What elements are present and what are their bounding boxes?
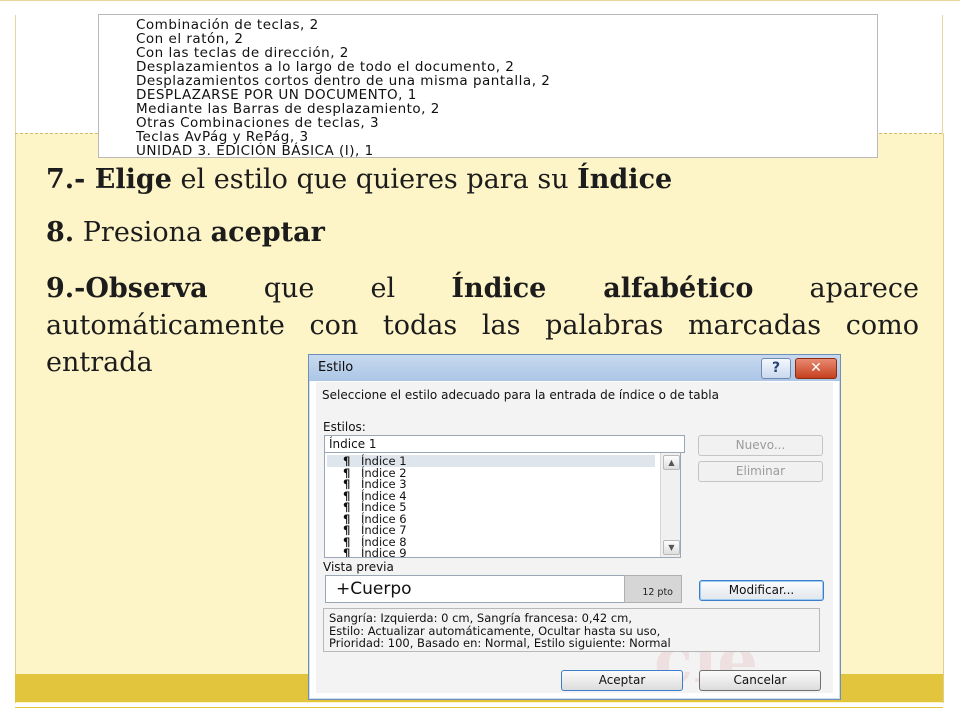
- toc-screenshot: Combinación de teclas, 2 Con el ratón, 2…: [98, 14, 878, 158]
- preview-box: +Cuerpo: [325, 575, 633, 603]
- scroll-down-icon[interactable]: ▼: [663, 540, 680, 555]
- step-8-bold: aceptar: [210, 217, 325, 248]
- step-7: 7.- Elige el estilo que quieres para su …: [46, 164, 672, 195]
- styles-scrollbar[interactable]: ▲ ▼: [660, 453, 680, 557]
- new-style-button[interactable]: Nuevo...: [698, 435, 823, 456]
- styles-listbox[interactable]: ¶ Índice 1 ¶ Índice 2 ¶ Índice 3 ¶ Índice 4 …: [324, 452, 681, 558]
- ok-button[interactable]: Aceptar: [561, 670, 683, 691]
- step-7-bold: 7.- Elige: [46, 164, 172, 195]
- step-8-text: Presiona: [74, 217, 211, 248]
- style-list-item[interactable]: ¶ Índice 9: [327, 546, 655, 558]
- styles-label: Estilos:: [323, 420, 366, 434]
- style-name-field[interactable]: Índice 1: [324, 435, 685, 453]
- style-info-line: Prioridad: 100, Basado en: Normal, Estil…: [329, 636, 671, 650]
- dialog-description: Seleccione el estilo adecuado para la en…: [322, 388, 719, 402]
- frame-top-line: [0, 0, 960, 1]
- frame-right-rule: [942, 15, 943, 133]
- step-8: 8. Presiona aceptar: [46, 217, 325, 248]
- step-8-num: 8.: [46, 217, 75, 248]
- toc-line: UNIDAD 3. EDICIÓN BÁSICA (I), 1: [136, 143, 374, 158]
- estilo-dialog: Estilo ? ✕ cie Seleccione el estilo adec…: [308, 354, 841, 700]
- step-7-bold2: Índice: [577, 164, 673, 195]
- style-list-item-label: Índice 9: [361, 546, 407, 558]
- step-9-text: que el: [207, 273, 452, 304]
- help-button[interactable]: ?: [761, 358, 791, 379]
- close-button[interactable]: ✕: [795, 358, 837, 379]
- preview-size-box: 12 pto: [624, 575, 682, 603]
- style-info-box: Sangría: Izquierda: 0 cm, Sangría france…: [323, 608, 820, 652]
- footer-line: [15, 707, 943, 708]
- dialog-title: Estilo: [318, 360, 354, 375]
- modify-button[interactable]: Modificar...: [699, 580, 824, 601]
- scroll-up-icon[interactable]: ▲: [663, 455, 680, 470]
- step-9-bold: 9.-Observa: [46, 273, 208, 304]
- preview-label: Vista previa: [323, 560, 394, 574]
- preview-size: 12 pto: [642, 587, 673, 598]
- step-9-bold2: Índice alfabético: [451, 273, 754, 304]
- style-info-line: Sangría: Izquierda: 0 cm, Sangría france…: [329, 611, 633, 625]
- dialog-titlebar: Estilo ? ✕: [309, 355, 840, 381]
- step-7-text: el estilo que quieres para su: [171, 164, 578, 195]
- frame-left-rule: [15, 15, 16, 133]
- cancel-button[interactable]: Cancelar: [699, 670, 821, 691]
- delete-style-button[interactable]: Eliminar: [698, 461, 823, 482]
